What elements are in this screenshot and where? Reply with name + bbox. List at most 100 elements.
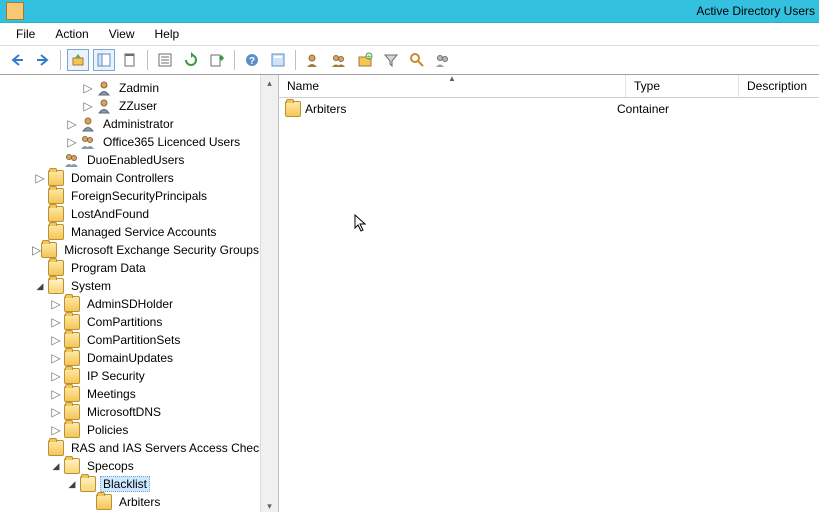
search-button[interactable] [406,49,428,71]
menu-file[interactable]: File [6,27,45,41]
tree-item[interactable]: LostAndFound [0,205,278,223]
tree-item-label: ComPartitions [84,314,165,330]
list-row[interactable]: Arbiters Container [279,100,819,118]
svg-text:?: ? [249,56,255,67]
refresh-button[interactable] [180,49,202,71]
tree-item[interactable]: ▷ Policies [0,421,278,439]
tree-item[interactable]: ▷ Office365 Licenced Users [0,133,278,151]
tree-item[interactable]: ▷ MicrosoftDNS [0,403,278,421]
tree-item-label: Microsoft Exchange Security Groups [61,242,262,258]
expand-icon[interactable]: ▷ [48,369,64,383]
toolbar: ? + [0,46,819,75]
titlebar: Active Directory Users [0,0,819,23]
tree-item[interactable]: ▷ AdminSDHolder [0,295,278,313]
tree-item-label: LostAndFound [68,206,152,222]
expand-icon[interactable]: ▷ [48,351,64,365]
tree-item-label: Domain Controllers [68,170,177,186]
tree-item[interactable]: ▷ IP Security [0,367,278,385]
tree-item[interactable]: ◢ System [0,277,278,295]
tree-item[interactable]: Program Data [0,259,278,277]
expand-icon[interactable]: ▷ [80,99,96,113]
folder-icon [285,101,301,117]
tree-item[interactable]: ▷Administrator [0,115,278,133]
help-button[interactable]: ? [241,49,263,71]
cut-button[interactable] [119,49,141,71]
tree-item[interactable]: DuoEnabledUsers [0,151,278,169]
expand-icon[interactable]: ◢ [64,477,80,491]
tree-item[interactable]: ▷ ComPartitionSets [0,331,278,349]
add-to-group-button[interactable] [432,49,454,71]
tree-item-label: DuoEnabledUsers [84,152,187,168]
tree-item-label: MicrosoftDNS [84,404,164,420]
menubar: File Action View Help [0,23,819,46]
tree-item[interactable]: Managed Service Accounts [0,223,278,241]
expand-icon[interactable]: ▷ [48,387,64,401]
properties-button[interactable] [154,49,176,71]
tree-item-label: Policies [84,422,131,438]
window-title: Active Directory Users [30,4,819,18]
tree-item-label: IP Security [84,368,148,384]
tree-item[interactable]: RAS and IAS Servers Access Check [0,439,278,457]
new-user-button[interactable] [302,49,324,71]
list-cell-type: Container [609,102,713,116]
filter-button[interactable] [380,49,402,71]
tree-item-label: Office365 Licenced Users [100,134,243,150]
tree-item-label: RAS and IAS Servers Access Check [68,440,268,456]
tree-item-label: DomainUpdates [84,350,176,366]
list-cell-name: Arbiters [305,102,346,116]
tree-item[interactable]: Arbiters [0,493,278,511]
tree-item-label: Managed Service Accounts [68,224,219,240]
tree-item-label: ZZuser [116,98,160,114]
tree-item-label: Program Data [68,260,149,276]
tree-item[interactable]: ▷ ZZuser [0,97,278,115]
export-list-button[interactable] [206,49,228,71]
find-button[interactable] [267,49,289,71]
tree-item[interactable]: ▷Zadmin [0,79,278,97]
expand-icon[interactable]: ◢ [32,279,48,293]
tree-item[interactable]: ◢ Specops [0,457,278,475]
tree-item-label: Arbiters [116,494,163,510]
expand-icon[interactable]: ▷ [80,81,96,95]
expand-icon[interactable]: ▷ [64,117,80,131]
expand-icon[interactable]: ▷ [32,171,48,185]
expand-icon[interactable]: ▷ [48,297,64,311]
back-button[interactable] [6,49,28,71]
up-button[interactable] [67,49,89,71]
expand-icon[interactable]: ▷ [64,135,80,149]
column-name[interactable]: Name ▲ [279,75,626,97]
expand-icon[interactable]: ▷ [32,243,41,257]
expand-icon[interactable]: ▷ [48,315,64,329]
app-icon [6,2,24,20]
tree-item-label: System [68,278,114,294]
menu-view[interactable]: View [99,27,145,41]
new-group-button[interactable] [328,49,350,71]
expand-icon[interactable]: ▷ [48,405,64,419]
tree-item[interactable]: ▷ DomainUpdates [0,349,278,367]
tree-item[interactable]: ▷ Domain Controllers [0,169,278,187]
tree-item[interactable]: ForeignSecurityPrincipals [0,187,278,205]
tree-item-label: AdminSDHolder [84,296,176,312]
svg-text:+: + [367,52,372,61]
column-description[interactable]: Description [739,75,819,97]
tree-pane[interactable]: ▷Zadmin▷ZZuser▷Administrator▷Office365 L… [0,75,279,512]
tree-scrollbar[interactable]: ▴▾ [260,75,278,512]
list-pane[interactable]: Name ▲ Type Description Arbiters Containe… [279,75,819,512]
show-hide-console-tree-button[interactable] [93,49,115,71]
tree-item[interactable]: ▷ Microsoft Exchange Security Groups [0,241,278,259]
tree-item-label: Blacklist [100,476,150,492]
tree-item[interactable]: ◢ Blacklist [0,475,278,493]
menu-action[interactable]: Action [45,27,98,41]
forward-button[interactable] [32,49,54,71]
expand-icon[interactable]: ◢ [48,459,64,473]
tree-item-label: Meetings [84,386,139,402]
tree-item-label: ComPartitionSets [84,332,183,348]
menu-help[interactable]: Help [145,27,190,41]
column-type[interactable]: Type [626,75,739,97]
expand-icon[interactable]: ▷ [48,423,64,437]
tree-item-label: Specops [84,458,137,474]
tree-item[interactable]: ▷ ComPartitions [0,313,278,331]
tree-item-label: ForeignSecurityPrincipals [68,188,210,204]
expand-icon[interactable]: ▷ [48,333,64,347]
tree-item[interactable]: ▷ Meetings [0,385,278,403]
new-ou-button[interactable]: + [354,49,376,71]
